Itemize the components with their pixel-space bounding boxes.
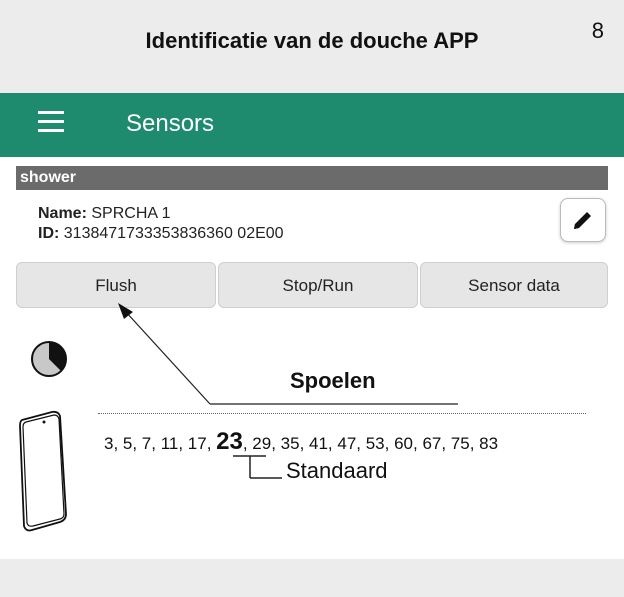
sequence-before: 3, 5, 7, 11, 17, <box>104 434 217 453</box>
sequence-default-value: 23 <box>216 428 243 455</box>
sequence-after: , 29, 35, 41, 47, 53, 60, 67, 75, 83 <box>242 434 499 453</box>
slide: Identificatie van de douche APP 8 Sensor… <box>0 0 624 597</box>
flush-callout-label: Spoelen <box>290 368 376 393</box>
default-label: Standaard <box>286 458 388 483</box>
bottom-bar <box>0 559 624 597</box>
phone-icon <box>19 410 67 532</box>
callout-lines <box>118 303 458 479</box>
flush-interval-sequence: 3, 5, 7, 11, 17, 23, 29, 35, 41, 47, 53,… <box>104 428 498 456</box>
dotted-divider <box>98 413 586 414</box>
